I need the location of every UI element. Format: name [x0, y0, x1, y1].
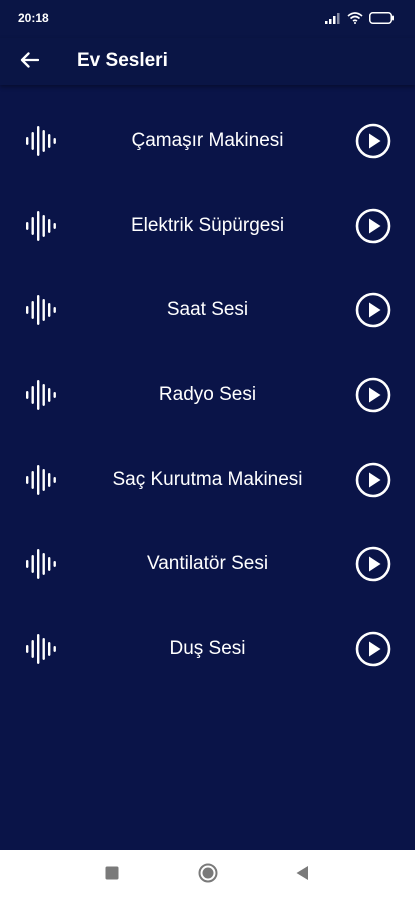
battery-icon [369, 11, 395, 29]
sound-list: Çamaşır Makinesi Elektrik Süpürgesi Saat S… [0, 100, 415, 693]
sound-item[interactable]: Saç Kurutma Makinesi [0, 439, 415, 524]
sound-item[interactable]: Radyo Sesi [0, 354, 415, 439]
recents-button[interactable] [101, 864, 123, 886]
home-button[interactable] [197, 863, 219, 888]
sound-wave-icon [24, 292, 60, 328]
play-circle-icon [355, 208, 391, 248]
page-title: Ev Sesleri [77, 50, 168, 71]
home-circle-icon [198, 863, 218, 888]
sound-wave-icon [24, 546, 60, 582]
play-circle-icon [355, 462, 391, 502]
system-back-button[interactable] [291, 864, 313, 886]
sound-label: Çamaşır Makinesi [131, 130, 284, 151]
play-circle-icon [355, 123, 391, 163]
screen: 20:18 Ev Sesleri Çamaşır Makinesi Elektr… [0, 0, 415, 900]
sound-wave-icon [24, 208, 60, 244]
back-triangle-icon [295, 865, 309, 886]
wifi-icon [347, 11, 363, 29]
sound-label: Saat Sesi [166, 299, 249, 321]
sound-wave-icon [24, 631, 60, 667]
play-button[interactable] [355, 377, 391, 413]
sound-label: Vantilatör Sesi [146, 553, 269, 575]
status-time: 20:18 [18, 11, 49, 25]
sound-item[interactable]: Vantilatör Sesi [0, 523, 415, 608]
sound-wave-icon [24, 462, 60, 498]
play-circle-icon [355, 377, 391, 417]
sound-item[interactable]: Saat Sesi [0, 269, 415, 354]
system-nav-bar [0, 850, 415, 900]
arrow-left-icon [19, 51, 40, 74]
play-circle-icon [355, 631, 391, 671]
play-button[interactable] [355, 631, 391, 667]
app-bar: Ev Sesleri [0, 38, 415, 85]
play-button[interactable] [355, 546, 391, 582]
sound-label: Saç Kurutma Makinesi [112, 468, 303, 490]
sound-label: Radyo Sesi [158, 384, 257, 406]
play-button[interactable] [355, 123, 391, 159]
status-bar: 20:18 [0, 0, 415, 38]
sound-wave-icon [24, 123, 60, 159]
sound-item[interactable]: Duş Sesi [0, 608, 415, 693]
play-button[interactable] [355, 208, 391, 244]
play-button[interactable] [355, 462, 391, 498]
back-button[interactable] [14, 47, 44, 77]
play-button[interactable] [355, 292, 391, 328]
play-circle-icon [355, 293, 391, 332]
play-circle-icon [355, 547, 391, 586]
sound-label: Duş Sesi [169, 638, 246, 660]
sound-item[interactable]: Çamaşır Makinesi [0, 100, 415, 185]
sound-label: Elektrik Süpürgesi [130, 214, 285, 236]
sound-item[interactable]: Elektrik Süpürgesi [0, 185, 415, 270]
recents-square-icon [105, 866, 119, 885]
status-icons [325, 11, 395, 29]
signal-icon [325, 11, 341, 29]
sound-wave-icon [24, 377, 60, 413]
